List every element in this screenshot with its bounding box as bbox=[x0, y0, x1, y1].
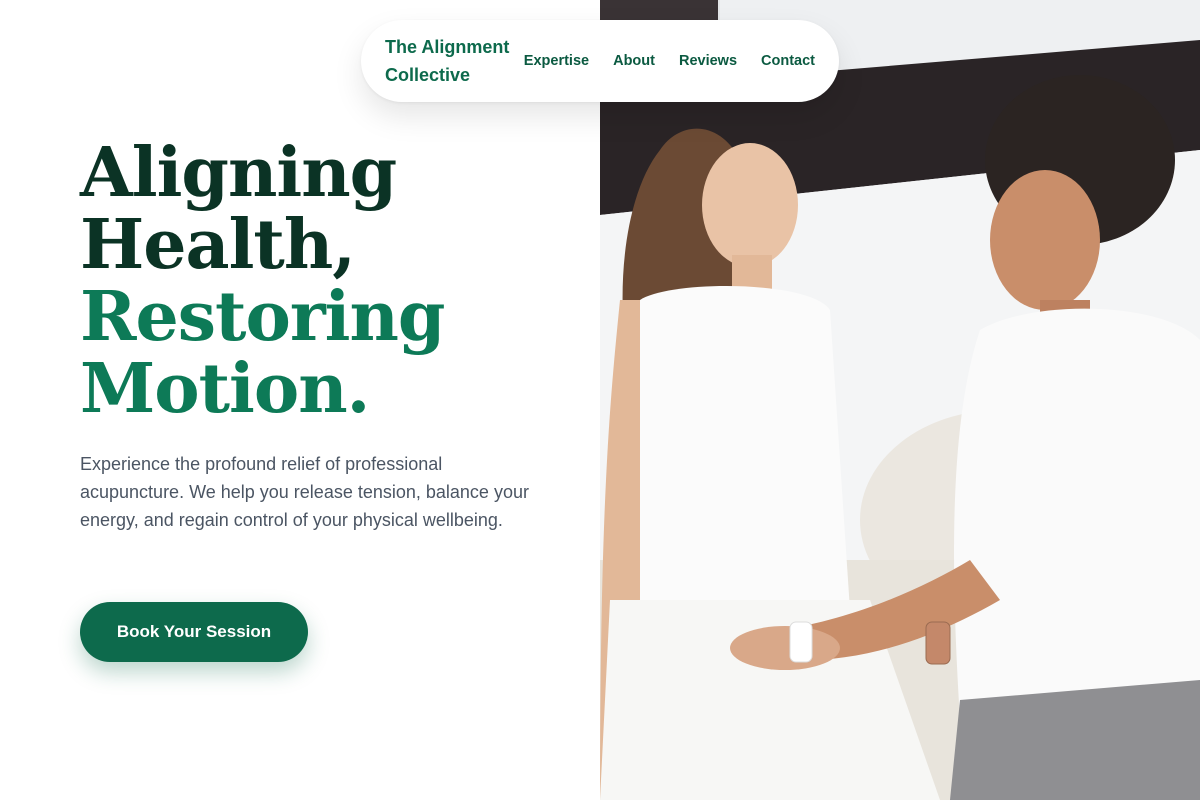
nav-link-reviews[interactable]: Reviews bbox=[679, 53, 737, 69]
headline-line-1: Aligning bbox=[80, 133, 397, 213]
headline-line-2: Health, bbox=[80, 205, 356, 285]
nav-links: Expertise About Reviews Contact bbox=[524, 53, 815, 69]
hero-lead-text: Experience the profound relief of profes… bbox=[80, 454, 529, 530]
nav-link-about[interactable]: About bbox=[613, 53, 655, 69]
top-nav: The Alignment Collective Expertise About… bbox=[361, 20, 839, 102]
nav-link-expertise[interactable]: Expertise bbox=[524, 53, 589, 69]
hero-headline: Aligning Health, Restoring Motion. bbox=[80, 137, 580, 425]
book-session-button[interactable]: Book Your Session bbox=[80, 602, 308, 662]
brand-logo-link[interactable]: The Alignment Collective bbox=[385, 33, 518, 89]
headline-line-4: Motion. bbox=[80, 349, 370, 429]
hero-photo bbox=[600, 0, 1200, 800]
nav-link-contact[interactable]: Contact bbox=[761, 53, 815, 69]
headline-line-3: Restoring bbox=[80, 277, 445, 357]
